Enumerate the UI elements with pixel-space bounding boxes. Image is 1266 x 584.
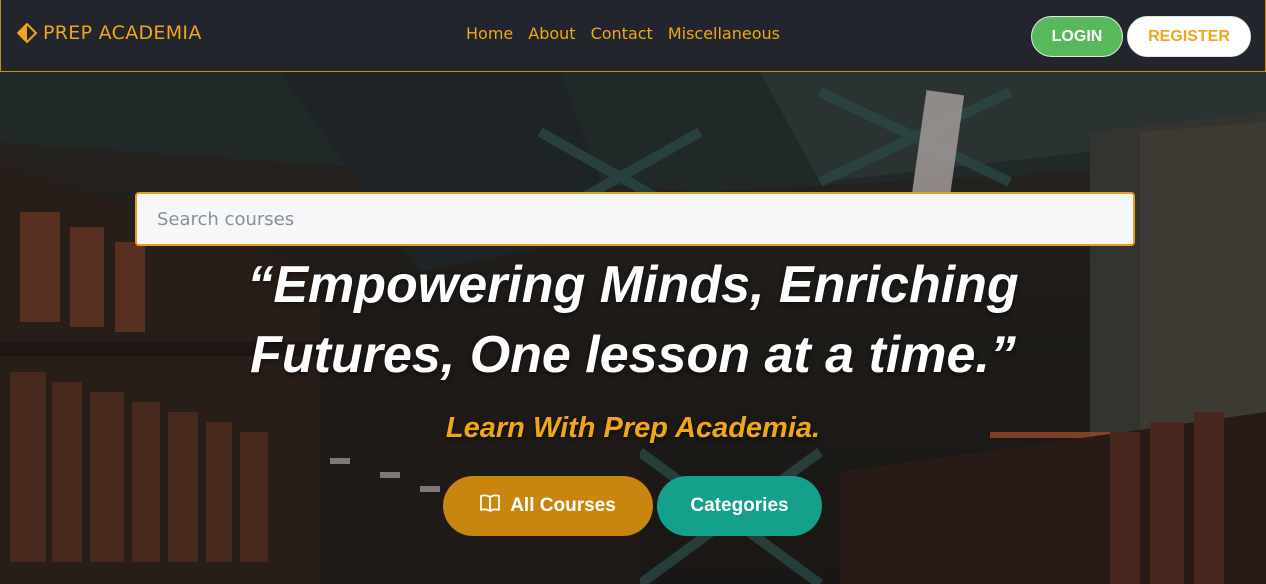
register-button[interactable]: REGISTER bbox=[1127, 16, 1251, 57]
all-courses-label: All Courses bbox=[510, 495, 616, 516]
categories-button[interactable]: Categories bbox=[657, 476, 822, 536]
nav-link-home[interactable]: Home bbox=[466, 24, 513, 43]
nav-links: Home About Contact Miscellaneous bbox=[466, 24, 780, 43]
nav-link-about[interactable]: About bbox=[528, 24, 575, 43]
brand-name: PREP ACADEMIA bbox=[43, 22, 202, 44]
hero-tagline: Learn With Prep Academia. bbox=[445, 412, 821, 444]
nav-link-miscellaneous[interactable]: Miscellaneous bbox=[668, 24, 780, 43]
diamond-arrow-icon bbox=[17, 23, 37, 43]
brand-logo-link[interactable]: PREP ACADEMIA bbox=[17, 22, 202, 44]
search-courses-input[interactable] bbox=[135, 192, 1135, 246]
all-courses-button[interactable]: All Courses bbox=[443, 476, 653, 536]
hero-section: “Empowering Minds, Enriching Futures, On… bbox=[0, 72, 1266, 584]
hero-quote: “Empowering Minds, Enriching Futures, On… bbox=[247, 256, 1019, 384]
book-open-icon bbox=[480, 494, 501, 518]
top-navbar: PREP ACADEMIA Home About Contact Miscell… bbox=[0, 0, 1266, 72]
login-button[interactable]: LOGIN bbox=[1031, 16, 1123, 57]
nav-link-contact[interactable]: Contact bbox=[591, 24, 653, 43]
